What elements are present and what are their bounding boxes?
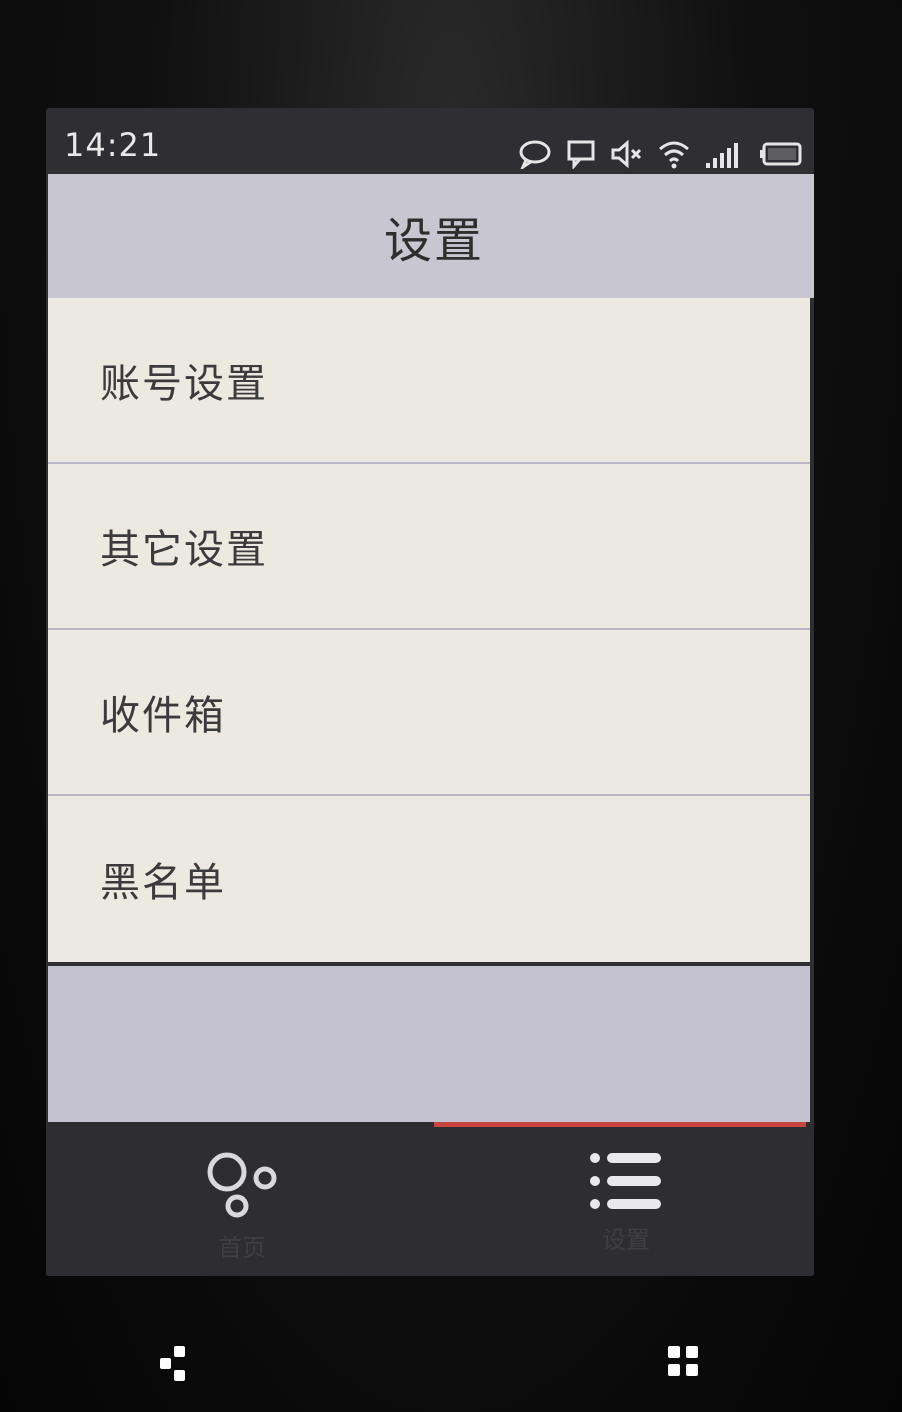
menu-item-account-settings[interactable]: 账号设置	[48, 298, 810, 464]
phone-screen: 14:21 设置 账号设置 其它设置 收件箱 黑名单 首页 设置	[46, 108, 814, 1276]
wifi-icon	[658, 139, 690, 169]
bottom-tab-bar: 首页 设置	[46, 1122, 814, 1276]
menu-item-label: 账号设置	[100, 361, 268, 407]
status-bar: 14:21	[46, 108, 814, 174]
chat-bubble-icon	[518, 139, 552, 169]
share-icon[interactable]	[156, 1344, 192, 1388]
tab-settings-label: 设置	[602, 1226, 650, 1254]
empty-area	[48, 966, 810, 1122]
page-header: 设置	[48, 174, 814, 298]
active-tab-indicator	[434, 1122, 806, 1127]
page-title: 设置	[383, 213, 484, 269]
tab-home[interactable]: 首页	[50, 1128, 434, 1276]
menu-item-label: 黑名单	[100, 860, 226, 906]
battery-icon	[758, 139, 804, 169]
menu-item-other-settings[interactable]: 其它设置	[48, 464, 810, 630]
menu-item-label: 收件箱	[100, 693, 226, 739]
message-icon	[566, 139, 596, 169]
tab-home-label: 首页	[218, 1234, 266, 1262]
tab-settings[interactable]: 设置	[434, 1128, 814, 1276]
bubbles-icon	[205, 1150, 279, 1224]
menu-item-inbox[interactable]: 收件箱	[48, 630, 810, 796]
list-icon	[589, 1150, 663, 1216]
status-time: 14:21	[64, 126, 162, 164]
status-icons	[518, 136, 804, 172]
menu-item-label: 其它设置	[100, 527, 268, 573]
signal-icon	[704, 139, 744, 169]
settings-menu: 账号设置 其它设置 收件箱 黑名单	[48, 298, 810, 962]
apps-grid-icon[interactable]	[666, 1344, 702, 1388]
menu-item-blacklist[interactable]: 黑名单	[48, 796, 810, 962]
phone-device: 14:21 设置 账号设置 其它设置 收件箱 黑名单 首页 设置	[0, 0, 902, 1412]
mute-icon	[610, 139, 644, 169]
